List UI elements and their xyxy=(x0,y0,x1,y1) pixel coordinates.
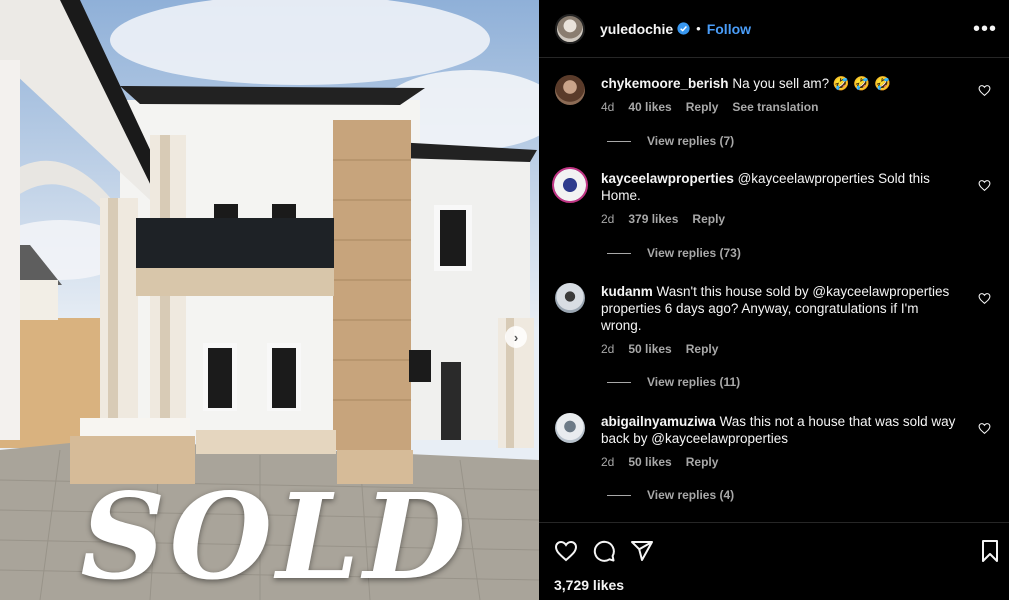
bookmark-icon[interactable] xyxy=(978,539,1002,563)
comment-likes[interactable]: 379 likes xyxy=(628,212,678,226)
comment-username[interactable]: chykemoore_berish xyxy=(601,76,729,91)
view-replies-button[interactable]: View replies (11) xyxy=(607,375,740,389)
view-replies-button[interactable]: View replies (4) xyxy=(607,488,734,502)
heart-icon[interactable] xyxy=(554,539,578,563)
view-replies-label: View replies (4) xyxy=(647,488,735,502)
comment-username[interactable]: kudanm xyxy=(601,284,653,299)
reply-button[interactable]: Reply xyxy=(686,455,719,469)
sold-overlay-text: SOLD xyxy=(80,467,470,600)
avatar[interactable] xyxy=(552,167,588,203)
avatar[interactable] xyxy=(555,283,585,313)
comment-likes[interactable]: 50 likes xyxy=(628,455,671,469)
view-replies-button[interactable]: View replies (7) xyxy=(607,134,734,148)
comment-likes[interactable]: 40 likes xyxy=(628,100,671,114)
comment-content: Na you sell am? 🤣 🤣 🤣 xyxy=(732,76,891,91)
view-replies-label: View replies (7) xyxy=(647,134,735,148)
post-header: yuledochie • Follow ••• xyxy=(539,0,1009,58)
avatar[interactable] xyxy=(555,13,585,44)
post-actions-bar: 3,729 likes xyxy=(539,522,1009,600)
comment-meta: 2d 50 likes Reply xyxy=(601,455,718,469)
heart-icon[interactable] xyxy=(978,179,991,192)
more-options-icon[interactable]: ••• xyxy=(973,19,997,39)
follow-button[interactable]: Follow xyxy=(707,21,751,37)
avatar[interactable] xyxy=(555,413,585,443)
replies-divider xyxy=(607,252,631,254)
replies-divider xyxy=(607,381,631,383)
view-replies-label: View replies (11) xyxy=(647,375,741,389)
comment-icon[interactable] xyxy=(592,539,616,563)
comment-username[interactable]: kayceelawproperties xyxy=(601,171,734,186)
view-replies-button[interactable]: View replies (73) xyxy=(607,246,741,260)
replies-divider xyxy=(607,140,631,142)
header-separator: • xyxy=(696,21,701,36)
chevron-right-icon[interactable]: › xyxy=(505,326,527,348)
replies-divider xyxy=(607,494,631,496)
comment-age: 2d xyxy=(601,212,615,226)
heart-icon[interactable] xyxy=(978,292,991,305)
heart-icon[interactable] xyxy=(978,84,991,97)
comment-age: 2d xyxy=(601,455,615,469)
comment-text: kayceelawproperties @kayceelawproperties… xyxy=(601,170,961,204)
heart-icon[interactable] xyxy=(978,422,991,435)
post-author-username[interactable]: yuledochie xyxy=(600,21,673,37)
comment-text: abigailnyamuziwa Was this not a house th… xyxy=(601,413,961,447)
comment-username[interactable]: abigailnyamuziwa xyxy=(601,414,716,429)
comment-text: kudanm Wasn't this house sold by @kaycee… xyxy=(601,283,961,334)
post-details-panel: yuledochie • Follow ••• chykemoore_beris… xyxy=(539,0,1009,600)
post-photo[interactable]: SOLD › xyxy=(0,0,539,600)
reply-button[interactable]: Reply xyxy=(686,342,719,356)
comment-age: 2d xyxy=(601,342,615,356)
share-icon[interactable] xyxy=(630,539,654,563)
view-replies-label: View replies (73) xyxy=(647,246,741,260)
reply-button[interactable]: Reply xyxy=(686,100,719,114)
reply-button[interactable]: Reply xyxy=(692,212,725,226)
verified-badge-icon xyxy=(677,22,690,35)
avatar[interactable] xyxy=(555,75,585,105)
comment-likes[interactable]: 50 likes xyxy=(628,342,671,356)
see-translation-button[interactable]: See translation xyxy=(732,100,818,114)
comment-age: 4d xyxy=(601,100,615,114)
comment-meta: 4d 40 likes Reply See translation xyxy=(601,100,818,114)
comment-content: Wasn't this house sold by @kayceelawprop… xyxy=(601,284,950,333)
comment-meta: 2d 50 likes Reply xyxy=(601,342,718,356)
likes-count[interactable]: 3,729 likes xyxy=(554,577,624,593)
comment-meta: 2d 379 likes Reply xyxy=(601,212,725,226)
comment-text: chykemoore_berish Na you sell am? 🤣 🤣 🤣 xyxy=(601,75,961,92)
